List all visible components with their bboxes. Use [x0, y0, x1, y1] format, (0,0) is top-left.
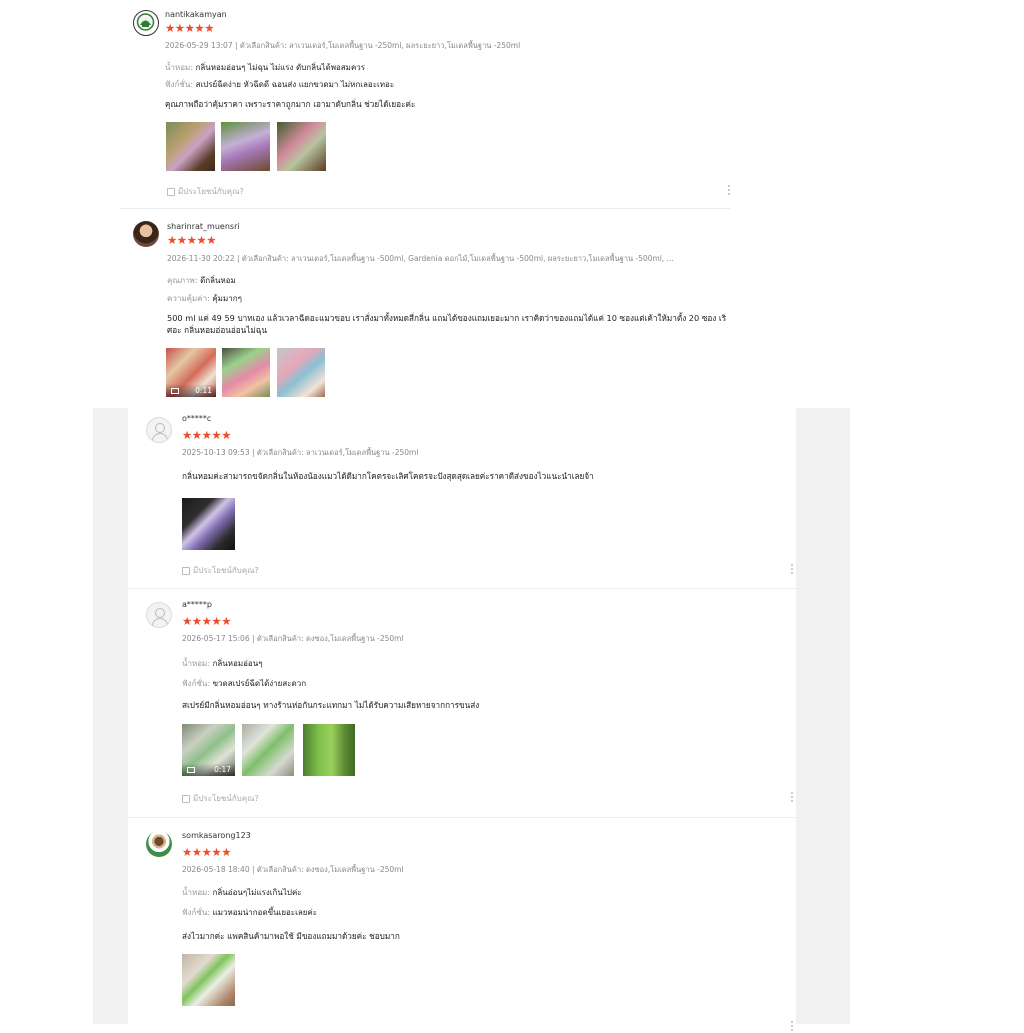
avatar[interactable]	[146, 417, 172, 443]
review-photo[interactable]	[222, 348, 270, 397]
review-divider	[120, 208, 730, 209]
review-meta: 2026-05-29 13:07 | ตัวเลือกสินค้า: ลาเวน…	[165, 41, 521, 50]
star-rating: ★★★★★	[182, 428, 232, 442]
more-options-icon[interactable]	[791, 792, 793, 804]
reviewer-name[interactable]: a*****p	[182, 600, 212, 609]
review-photo[interactable]	[277, 348, 325, 397]
review-divider	[128, 588, 796, 589]
review-item: o*****c ★★★★★ 2025-10-13 09:53 | ตัวเลือ…	[128, 408, 796, 590]
review-meta: 2026-05-17 15:06 | ตัวเลือกสินค้า: ดงซอง…	[182, 634, 404, 643]
thumbs-up-icon	[182, 794, 190, 803]
review-text: สเปรย์มีกลิ่นหอมอ่อนๆ ทางร้านห่อกันกระแท…	[182, 700, 480, 710]
star-rating: ★★★★★	[182, 845, 232, 859]
review-item: sharinrat_muensri ★★★★★ 2026-11-30 20:22…	[0, 210, 740, 408]
review-text: คุณภาพถือว่าคุ้มราคา เพราะราคาถูกมาก เอา…	[165, 99, 416, 109]
review-attribute: ความคุ้มค่า: คุ้มมากๆ	[167, 294, 242, 303]
avatar[interactable]	[133, 10, 159, 36]
video-duration: 0:11	[195, 386, 212, 395]
review-attribute: ฟังก์ชั่น: สเปรย์ฉีดง่าย หัวฉีดดี ฉอนส่ง…	[165, 80, 395, 89]
video-overlay: 0:11	[166, 384, 216, 397]
avatar[interactable]	[146, 602, 172, 628]
review-text: 500 ml แค่ 49 59 บาทเอง แล้วเวลาฉีดอะแมว…	[167, 313, 727, 335]
review-meta: 2026-05-18 18:40 | ตัวเลือกสินค้า: ดงซอง…	[182, 865, 404, 874]
review-photo[interactable]	[166, 122, 215, 171]
review-photo[interactable]	[303, 724, 355, 776]
video-duration: 0:17	[214, 765, 231, 774]
video-camera-icon	[171, 388, 179, 394]
more-options-icon[interactable]	[791, 564, 793, 576]
thumbs-up-icon	[182, 566, 190, 575]
review-photo[interactable]	[182, 498, 235, 550]
review-text: ส่งไวมากค่ะ แพคสินค้ามาพอใช้ มีของแถมมาด…	[182, 931, 400, 941]
helpful-button[interactable]: มีประโยชน์กับคุณ?	[182, 564, 259, 577]
review-attribute: น้ำหอม: กลิ่นหอมอ่อนๆ	[182, 659, 263, 668]
review-attribute: น้ำหอม: กลิ่นหอมอ่อนๆ ไม่ฉุน ไม่แรง ดับก…	[165, 63, 366, 72]
review-photo[interactable]	[182, 954, 235, 1006]
review-text: กลิ่นหอมค่ะสามารถขจัดกลิ่นในห้องน้องแมวไ…	[182, 471, 594, 481]
review-attribute: น้ำหอม: กลิ่นอ่อนๆไม่แรงเกินไปค่ะ	[182, 888, 302, 897]
video-overlay: 0:17	[182, 763, 235, 776]
shop-logo-icon	[136, 13, 155, 31]
reviewer-name[interactable]: somkasarong123	[182, 831, 251, 840]
review-meta: 2025-10-13 09:53 | ตัวเลือกสินค้า: ลาเวน…	[182, 448, 419, 457]
video-camera-icon	[187, 767, 195, 773]
reviewer-name[interactable]: nantikakamyan	[165, 10, 227, 19]
more-options-icon[interactable]	[791, 1021, 793, 1033]
review-video[interactable]: 0:11	[166, 348, 216, 397]
star-rating: ★★★★★	[167, 233, 217, 247]
thumbs-up-icon	[167, 187, 175, 196]
review-attribute: ฟังก์ชั่น: ขวดสเปรย์ฉีดได้ง่ายสะดวก	[182, 679, 307, 688]
star-rating: ★★★★★	[165, 21, 215, 35]
reviewer-name[interactable]: sharinrat_muensri	[167, 222, 240, 231]
review-photo[interactable]	[242, 724, 294, 776]
helpful-button[interactable]: มีประโยชน์กับคุณ?	[182, 792, 259, 805]
more-options-icon[interactable]	[728, 185, 730, 197]
avatar[interactable]	[133, 221, 159, 247]
review-photo[interactable]	[277, 122, 326, 171]
review-attribute: คุณภาพ: ดีกลิ่นหอม	[167, 276, 236, 285]
avatar[interactable]	[146, 831, 172, 857]
review-item: somkasarong123 ★★★★★ 2026-05-18 18:40 | …	[128, 818, 796, 1031]
review-photo[interactable]	[221, 122, 270, 171]
review-video[interactable]: 0:17	[182, 724, 235, 776]
helpful-button[interactable]: มีประโยชน์กับคุณ?	[167, 185, 244, 198]
review-attribute: ฟังก์ชั่น: แมวหอมน่ากอดขึ้นเยอะเลยค่ะ	[182, 908, 318, 917]
review-item: nantikakamyan ★★★★★ 2026-05-29 13:07 | ต…	[0, 0, 740, 210]
review-item: a*****p ★★★★★ 2026-05-17 15:06 | ตัวเลือ…	[128, 590, 796, 818]
reviewer-name[interactable]: o*****c	[182, 414, 211, 423]
star-rating: ★★★★★	[182, 614, 232, 628]
review-meta: 2026-11-30 20:22 | ตัวเลือกสินค้า: ลาเวน…	[167, 254, 674, 263]
